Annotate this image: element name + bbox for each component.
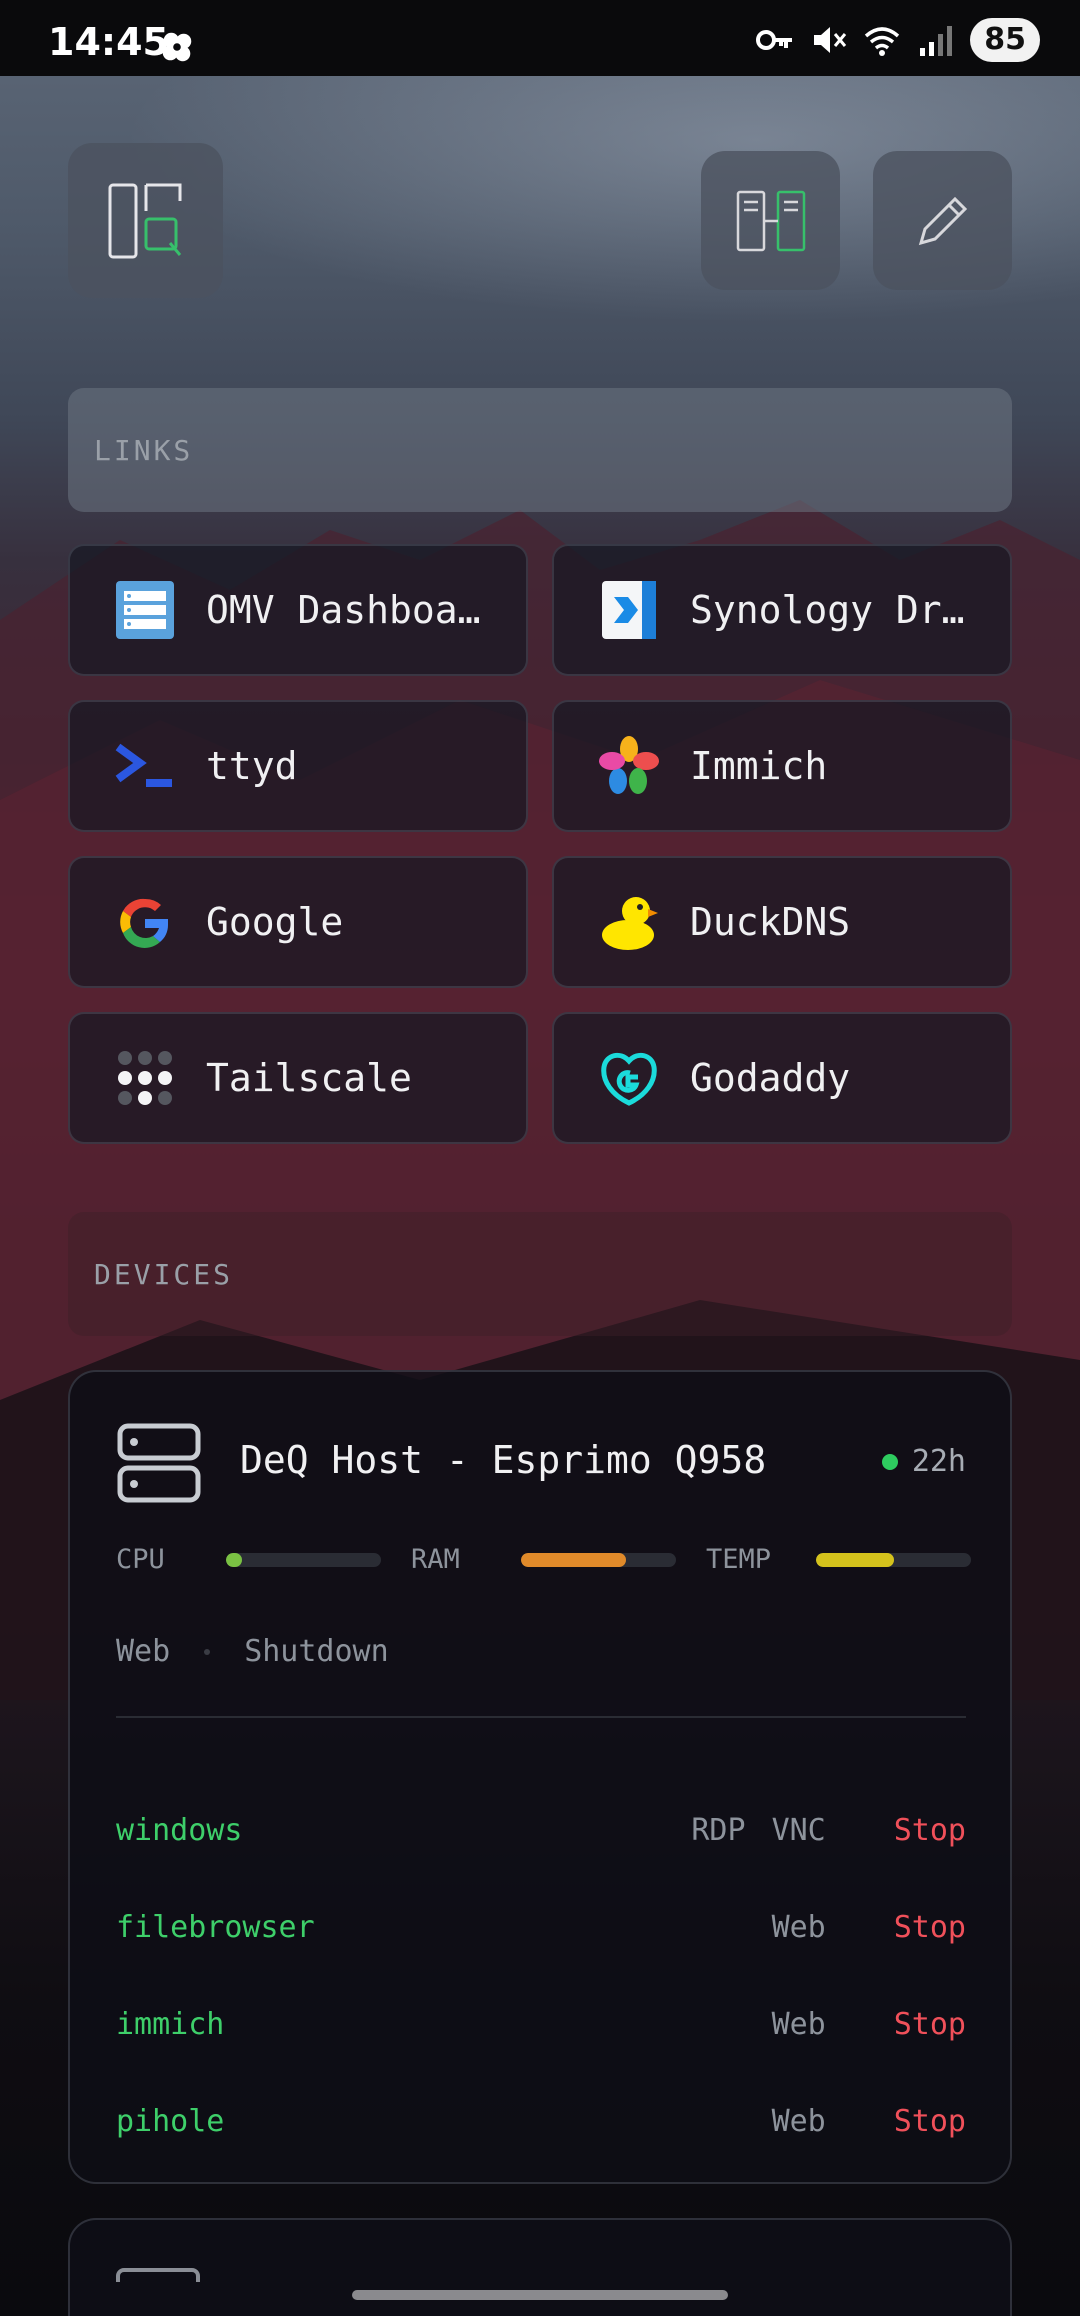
- device-actions: Web Shutdown: [116, 1634, 389, 1669]
- rdp-button[interactable]: RDP: [691, 1813, 745, 1848]
- link-immich[interactable]: Immich: [552, 700, 1012, 832]
- split-layout-icon: [736, 190, 805, 251]
- web-button[interactable]: Web: [772, 2007, 826, 2042]
- cpu-bar: [226, 1552, 381, 1567]
- links-section-header: LINKS: [68, 388, 1012, 512]
- server-icon: [117, 1423, 201, 1503]
- status-time: 14:45: [48, 20, 169, 64]
- immich-icon: [598, 735, 660, 797]
- pinwheel-icon: [162, 32, 192, 62]
- synology-drive-icon: [598, 579, 660, 641]
- stop-button[interactable]: Stop: [894, 1910, 966, 1945]
- godaddy-icon: [598, 1047, 660, 1109]
- status-bar: 14:45 85: [0, 0, 1080, 76]
- link-ttyd[interactable]: ttyd: [68, 700, 528, 832]
- wifi-icon: [865, 27, 900, 56]
- link-omv-dashboard[interactable]: OMV Dashboa…: [68, 544, 528, 676]
- ram-bar: [521, 1552, 676, 1567]
- ram-bar-fill: [521, 1552, 627, 1567]
- link-godaddy[interactable]: Godaddy: [552, 1012, 1012, 1144]
- service-row-windows: windows RDP VNC Stop: [116, 1800, 966, 1860]
- layout-toggle-button[interactable]: [701, 151, 840, 290]
- home-indicator[interactable]: [352, 2290, 728, 2300]
- devices-section-header: DEVICES: [68, 1212, 1012, 1336]
- link-google[interactable]: Google: [68, 856, 528, 988]
- google-icon: [114, 891, 176, 953]
- device-name: DeQ Host - Esprimo Q958: [240, 1438, 767, 1482]
- web-button[interactable]: Web: [116, 1634, 170, 1669]
- devices-section-title: DEVICES: [94, 1257, 234, 1291]
- battery-indicator: 85: [970, 18, 1040, 62]
- divider: [116, 1716, 966, 1718]
- stop-button[interactable]: Stop: [894, 1813, 966, 1848]
- temp-bar-fill: [816, 1552, 894, 1567]
- link-label: OMV Dashboa…: [206, 588, 481, 632]
- service-name[interactable]: pihole: [116, 2104, 746, 2139]
- temp-metric: TEMP: [706, 1544, 971, 1575]
- omv-icon: [114, 579, 176, 641]
- link-label: Immich: [690, 744, 828, 788]
- next-device-card: [68, 2218, 1012, 2316]
- uptime-label: 22h: [911, 1444, 966, 1479]
- link-synology-drive[interactable]: Synology Dr…: [552, 544, 1012, 676]
- stop-button[interactable]: Stop: [894, 2007, 966, 2042]
- service-row-filebrowser: filebrowser Web Stop: [116, 1897, 966, 1957]
- signal-icon: [920, 26, 953, 56]
- metric-label: TEMP: [706, 1544, 772, 1575]
- temp-bar: [816, 1552, 971, 1567]
- service-row-immich: immich Web Stop: [116, 1994, 966, 2054]
- web-button[interactable]: Web: [772, 2104, 826, 2139]
- link-label: Tailscale: [206, 1056, 412, 1100]
- link-label: Godaddy: [690, 1056, 851, 1100]
- status-dot: [881, 1453, 898, 1470]
- shutdown-button[interactable]: Shutdown: [244, 1634, 389, 1669]
- cpu-bar-fill: [226, 1552, 242, 1567]
- tailscale-icon: [114, 1047, 176, 1109]
- server-icon: [116, 2268, 200, 2282]
- device-uptime: 22h: [881, 1444, 966, 1479]
- ram-metric: RAM: [411, 1544, 676, 1575]
- link-label: ttyd: [206, 744, 298, 788]
- logo-button[interactable]: [68, 143, 223, 298]
- service-name[interactable]: immich: [116, 2007, 746, 2042]
- service-name[interactable]: windows: [116, 1813, 665, 1848]
- separator-dot: [204, 1648, 211, 1655]
- mute-icon: [814, 27, 847, 53]
- deq-logo-icon: [108, 183, 181, 258]
- vpn-key-icon: [756, 30, 793, 50]
- stop-button[interactable]: Stop: [894, 2104, 966, 2139]
- link-label: Synology Dr…: [690, 588, 965, 632]
- web-button[interactable]: Web: [772, 1910, 826, 1945]
- metric-label: CPU: [116, 1544, 165, 1575]
- service-row-pihole: pihole Web Stop: [116, 2091, 966, 2151]
- metric-label: RAM: [411, 1544, 460, 1575]
- terminal-icon: [114, 735, 176, 797]
- pencil-icon: [918, 196, 967, 245]
- cpu-metric: CPU: [116, 1544, 381, 1575]
- device-card: DeQ Host - Esprimo Q958 22h CPU RAM TEMP…: [68, 1370, 1012, 2184]
- vnc-button[interactable]: VNC: [772, 1813, 826, 1848]
- links-section-title: LINKS: [94, 433, 194, 467]
- link-label: Google: [206, 900, 344, 944]
- edit-button[interactable]: [873, 151, 1012, 290]
- service-name[interactable]: filebrowser: [116, 1910, 746, 1945]
- link-tailscale[interactable]: Tailscale: [68, 1012, 528, 1144]
- link-label: DuckDNS: [690, 900, 851, 944]
- duck-icon: [598, 891, 660, 953]
- link-duckdns[interactable]: DuckDNS: [552, 856, 1012, 988]
